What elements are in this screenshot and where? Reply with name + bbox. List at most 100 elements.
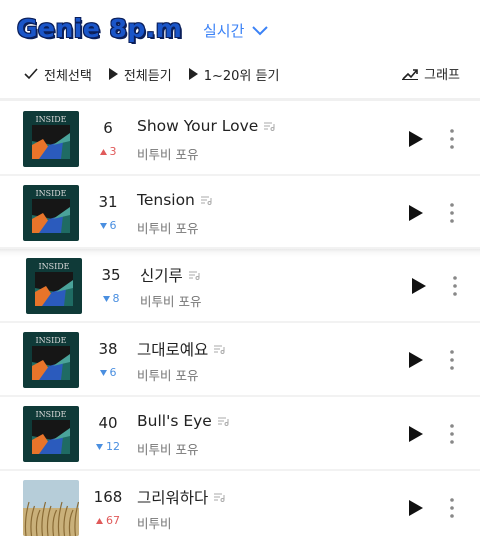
- lyrics-icon: [214, 493, 225, 502]
- artist-name[interactable]: 비투비 포유: [140, 291, 201, 310]
- rank-change-badge: 12: [88, 440, 128, 453]
- more-vertical-icon[interactable]: [449, 350, 455, 370]
- album-title-text: INSIDE: [35, 115, 66, 124]
- rank-number: 6: [103, 119, 113, 137]
- artist-name[interactable]: 비투비 포유: [137, 218, 198, 237]
- play-icon[interactable]: [407, 204, 425, 222]
- song-title-text: 신기루: [140, 267, 183, 285]
- song-title[interactable]: Tension: [137, 191, 212, 209]
- artist-name[interactable]: 비투비 포유: [137, 144, 198, 163]
- rank-down-icon: [99, 369, 107, 376]
- play-icon[interactable]: [407, 130, 425, 148]
- rank-change-value: 6: [109, 366, 117, 379]
- play-icon[interactable]: [407, 425, 425, 443]
- play-all-button[interactable]: 전체듣기: [108, 65, 172, 84]
- select-all-label: 전체선택: [44, 68, 92, 84]
- album-title-text: INSIDE: [35, 410, 66, 419]
- song-title[interactable]: 그리워하다: [137, 486, 225, 508]
- song-title-text: 그리워하다: [137, 489, 209, 507]
- rank-change-badge: 8: [91, 292, 131, 305]
- play-top20-button[interactable]: 1~20위 듣기: [188, 65, 280, 84]
- play-all-label: 전체듣기: [123, 68, 172, 84]
- song-title[interactable]: 그대로예요: [137, 338, 225, 360]
- rank-change-badge: 67: [88, 514, 128, 527]
- album-art-image: [23, 480, 79, 536]
- overlay-title: Genie 8p.m: [16, 13, 183, 44]
- rank-change-badge: 6: [88, 219, 128, 232]
- album-title-text: INSIDE: [38, 262, 69, 271]
- artist-name[interactable]: 비투비 포유: [137, 439, 198, 458]
- song-row[interactable]: 168 67 그리워하다비투비: [0, 471, 480, 545]
- artist-name[interactable]: 비투비: [137, 513, 172, 532]
- song-row[interactable]: INSIDE 35 8 신기루비투비 포유: [0, 249, 480, 323]
- rank-change-value: 3: [109, 145, 117, 158]
- song-title-text: Bull's Eye: [137, 412, 212, 430]
- lyrics-icon: [217, 417, 229, 426]
- album-art-image: INSIDE: [23, 111, 79, 167]
- lyrics-icon: [264, 122, 275, 131]
- song-title-text: Show Your Love: [137, 117, 259, 135]
- realtime-filter-label: 실시간: [203, 22, 245, 40]
- realtime-filter-dropdown[interactable]: 실시간: [203, 20, 269, 41]
- song-title[interactable]: Show Your Love: [137, 117, 275, 135]
- more-vertical-icon[interactable]: [449, 203, 455, 223]
- lyrics-icon: [188, 271, 200, 280]
- album-art[interactable]: INSIDE: [26, 258, 82, 314]
- album-art-image: INSIDE: [26, 258, 82, 314]
- rank-down-icon: [99, 222, 107, 229]
- song-title-text: 그대로예요: [137, 341, 209, 359]
- rank-down-icon: [102, 295, 110, 302]
- album-art[interactable]: INSIDE: [23, 332, 79, 388]
- action-bar: 전체선택 전체듣기 1~20위 듣기 그래프: [24, 64, 460, 84]
- rank-up-icon: [96, 517, 103, 524]
- play-top20-label: 1~20위 듣기: [203, 68, 280, 84]
- album-art[interactable]: INSIDE: [23, 111, 79, 167]
- select-all-button[interactable]: 전체선택: [24, 65, 92, 84]
- song-title[interactable]: 신기루: [140, 264, 200, 286]
- album-art-image: INSIDE: [23, 406, 79, 462]
- rank-change-value: 67: [106, 514, 120, 527]
- chevron-down-icon: [252, 25, 269, 35]
- play-icon: [108, 68, 118, 80]
- rank-number: 31: [98, 193, 118, 211]
- rank-up-icon: [99, 148, 107, 155]
- song-row[interactable]: INSIDE 31 6 Tension 비투비 포유: [0, 176, 480, 249]
- graph-label: 그래프: [424, 68, 460, 83]
- more-vertical-icon[interactable]: [449, 424, 455, 444]
- album-art[interactable]: INSIDE: [23, 406, 79, 462]
- song-row[interactable]: INSIDE 40 12 Bull's Eye 비투비 포유: [0, 397, 480, 471]
- graph-button[interactable]: 그래프: [402, 64, 460, 83]
- album-art[interactable]: [23, 480, 79, 536]
- play-icon[interactable]: [407, 351, 425, 369]
- artist-name[interactable]: 비투비 포유: [137, 365, 198, 384]
- album-title-text: INSIDE: [35, 189, 66, 198]
- play-icon[interactable]: [410, 277, 428, 295]
- rank-number: 35: [101, 266, 121, 284]
- play-icon[interactable]: [407, 499, 425, 517]
- lyrics-icon: [214, 345, 225, 354]
- song-title[interactable]: Bull's Eye: [137, 412, 229, 430]
- chart-header: Genie 8p.m 실시간 전체선택 전체듣기 1~20위 듣기 그래프: [0, 0, 480, 98]
- check-icon: [24, 68, 38, 80]
- play-icon: [188, 68, 198, 80]
- album-art-image: INSIDE: [23, 332, 79, 388]
- rank-number: 168: [93, 488, 123, 506]
- rank-number: 38: [98, 340, 118, 358]
- song-row[interactable]: INSIDE 38 6 그대로예요비투비 포유: [0, 323, 480, 397]
- song-title-text: Tension: [137, 191, 195, 209]
- album-art[interactable]: INSIDE: [23, 185, 79, 241]
- song-row[interactable]: INSIDE 6 3 Show Your Love 비투비 포유: [0, 101, 480, 176]
- rank-number: 40: [98, 414, 118, 432]
- rank-down-icon: [96, 443, 103, 450]
- rank-change-badge: 3: [88, 145, 128, 158]
- rank-change-value: 6: [109, 219, 117, 232]
- rank-change-value: 8: [112, 292, 120, 305]
- lyrics-icon: [200, 196, 212, 205]
- more-vertical-icon[interactable]: [449, 129, 455, 149]
- more-vertical-icon[interactable]: [449, 498, 455, 518]
- rank-change-badge: 6: [88, 366, 128, 379]
- album-art-image: INSIDE: [23, 185, 79, 241]
- album-title-text: INSIDE: [35, 336, 66, 345]
- rank-change-value: 12: [106, 440, 120, 453]
- more-vertical-icon[interactable]: [452, 276, 458, 296]
